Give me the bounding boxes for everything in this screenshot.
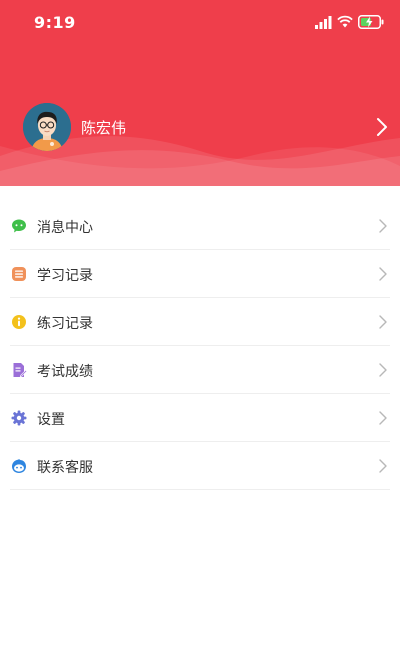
menu-item-exam-score[interactable]: 考试成绩 bbox=[0, 346, 400, 394]
cellular-signal-icon bbox=[315, 16, 332, 29]
message-icon bbox=[12, 219, 26, 233]
menu-item-label: 学习记录 bbox=[37, 268, 93, 284]
study-record-icon bbox=[12, 267, 26, 281]
menu-item-settings[interactable]: 设置 bbox=[0, 394, 400, 442]
status-bar: 9:19 bbox=[0, 0, 400, 44]
menu-item-label: 练习记录 bbox=[37, 316, 93, 332]
chevron-right-icon bbox=[379, 219, 387, 233]
user-name: 陈宏伟 bbox=[81, 119, 127, 137]
status-time: 9:19 bbox=[34, 13, 76, 32]
chevron-right-icon[interactable] bbox=[376, 117, 388, 137]
customer-service-icon bbox=[12, 459, 26, 473]
menu-item-label: 设置 bbox=[37, 412, 65, 428]
menu-item-messages[interactable]: 消息中心 bbox=[0, 202, 400, 250]
chevron-right-icon bbox=[379, 267, 387, 281]
menu-item-practice-record[interactable]: 练习记录 bbox=[0, 298, 400, 346]
menu-item-study-record[interactable]: 学习记录 bbox=[0, 250, 400, 298]
menu-item-label: 考试成绩 bbox=[37, 364, 93, 380]
practice-record-icon bbox=[12, 315, 26, 329]
menu-item-label: 联系客服 bbox=[37, 460, 93, 476]
settings-icon bbox=[11, 410, 27, 426]
battery-charging-icon bbox=[358, 15, 384, 29]
exam-score-icon bbox=[13, 363, 27, 378]
chevron-right-icon bbox=[379, 363, 387, 377]
profile-header: 9:19 陈宏伟 bbox=[0, 0, 400, 186]
chevron-right-icon bbox=[379, 459, 387, 473]
menu-item-customer-service[interactable]: 联系客服 bbox=[0, 442, 400, 490]
wifi-icon bbox=[337, 15, 353, 28]
chevron-right-icon bbox=[379, 315, 387, 329]
menu-item-label: 消息中心 bbox=[37, 220, 93, 236]
menu-list: 消息中心 学习记录 练习记录 考试成绩 设置 联系客服 bbox=[0, 202, 400, 490]
chevron-right-icon bbox=[379, 411, 387, 425]
divider bbox=[10, 489, 390, 490]
user-avatar-icon[interactable] bbox=[23, 103, 71, 151]
profile-row[interactable]: 陈宏伟 bbox=[0, 100, 400, 156]
